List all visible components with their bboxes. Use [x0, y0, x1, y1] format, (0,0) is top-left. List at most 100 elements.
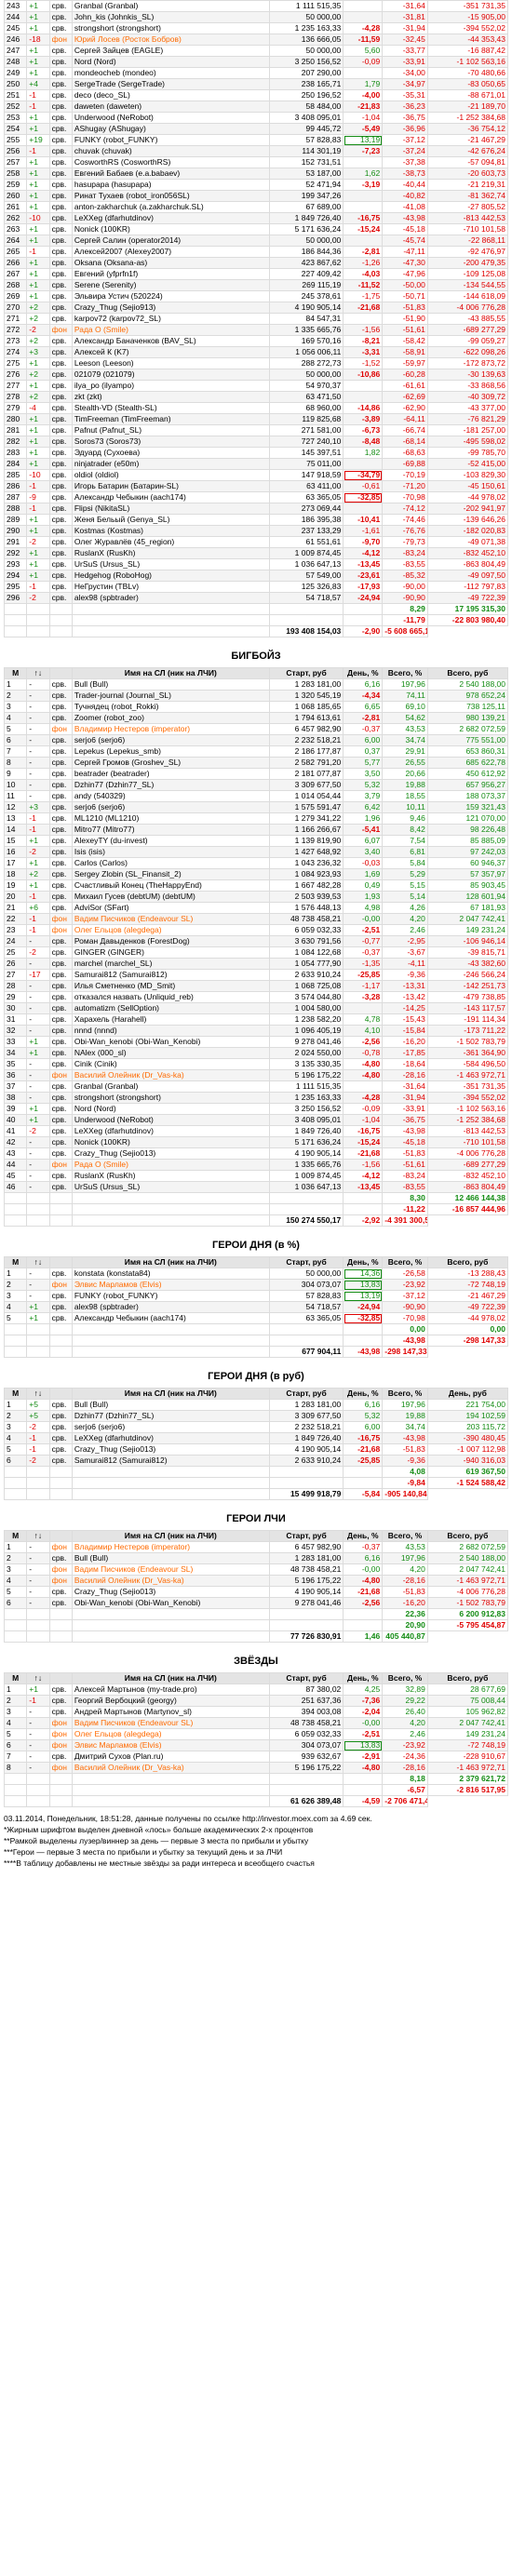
cell-name: FUNKY (robot_FUNKY) — [71, 134, 270, 146]
cell-total-rub: -4 006 776,28 — [426, 1147, 509, 1160]
cell-day-pct — [343, 0, 384, 12]
cell-marker: срв. — [48, 1399, 73, 1411]
totals-row: 61 626 389,48-4,59-2 706 471,45 — [3, 1795, 508, 1807]
table-row: 26- срв. marchel (marchel_SL) 1 054 777,90-… — [3, 958, 509, 970]
cell-total-pct: 197,96 — [382, 1399, 428, 1411]
cell-start: 1 794 613,61 — [268, 712, 344, 724]
cell-change: - — [26, 1268, 50, 1280]
cell-marker: срв. — [48, 380, 73, 392]
footer-notes: 03.11.2014, Понедельник, 18:51:28, данны… — [4, 1807, 508, 1874]
table-row: 9- срв. beatrader (beatrader) 2 181 077,87 3… — [3, 768, 509, 780]
cell-day-pct — [343, 201, 384, 213]
cell-rank: 1 — [3, 1268, 28, 1280]
cell-change: - — [26, 678, 50, 691]
totals-spacer — [48, 1630, 73, 1643]
cell-start: 1 139 819,90 — [268, 835, 344, 847]
column-header-start: Старт, руб — [268, 1672, 344, 1684]
cell-start: 186 844,36 — [268, 246, 344, 258]
cell-day-pct: -2,04 — [343, 1706, 384, 1718]
cell-name: Александр Чебыкин (aach174) — [71, 1312, 270, 1324]
cell-day-pct — [343, 235, 384, 247]
cell-total-pct: -17,85 — [382, 1047, 428, 1059]
cell-total-rub: -33 868,56 — [426, 380, 509, 392]
table-row: 8- фон Василий Олейник (Dr_Vas-ka) 5 196 17… — [3, 1762, 509, 1774]
cell-total-rub: -689 277,29 — [426, 324, 509, 336]
cell-change: +1 — [26, 56, 50, 68]
cell-total-pct: 5,29 — [382, 868, 428, 880]
totals-row: -6,57 -2 816 517,95 — [3, 1784, 509, 1796]
cell-start: 238 165,71 — [268, 78, 344, 90]
totals-value: -43,98 — [382, 1335, 428, 1347]
cell-start: 273 069,44 — [268, 503, 344, 515]
cell-marker: срв. — [48, 223, 73, 235]
column-header-name: Имя на СЛ (ник на ЛЧИ) — [71, 1256, 270, 1268]
cell-start: 288 272,73 — [268, 357, 344, 369]
cell-rank: 282 — [3, 436, 28, 448]
totals-row: 0,00 0,00 — [3, 1323, 509, 1335]
cell-name: Василий Олейник (Dr_Vas-ka) — [71, 1575, 270, 1587]
cell-name: Zoomer (robot_zoo) — [71, 712, 270, 724]
cell-total-rub: 159 321,43 — [426, 801, 509, 813]
cell-day-pct: -0,00 — [343, 1717, 384, 1729]
cell-name: NAlex (000_sl) — [71, 1047, 270, 1059]
cell-start: 245 378,61 — [268, 290, 344, 302]
cell-change: - — [26, 1147, 50, 1160]
cell-marker: срв. — [48, 1684, 73, 1696]
totals-spacer — [26, 1214, 50, 1227]
cell-day-pct: -1,56 — [343, 324, 384, 336]
table-row: 243 +1 срв. Granbal (Granbal) 1 111 515,35 -3… — [3, 0, 509, 12]
cell-name: Serene (Serenity) — [71, 279, 270, 291]
cell-total-rub: -1 102 563,16 — [426, 1103, 509, 1115]
cell-change: - — [26, 1092, 50, 1104]
cell-day-pct — [343, 11, 384, 23]
cell-total-rub: -863 804,49 — [426, 558, 509, 570]
totals-spacer — [48, 1192, 73, 1204]
cell-total-pct: -51,61 — [382, 324, 428, 336]
cell-marker: срв. — [48, 179, 73, 191]
cell-total-pct: -45,74 — [382, 235, 428, 247]
cell-name: nnnd (nnnd) — [71, 1025, 270, 1037]
cell-day-pct: 6,00 — [343, 1421, 384, 1433]
cell-marker: срв. — [48, 212, 73, 224]
totals-spacer — [3, 1214, 28, 1227]
cell-rank: 264 — [3, 235, 28, 247]
cell-rank: 6 — [3, 1455, 28, 1467]
totals-spacer — [48, 1488, 73, 1500]
cell-start: 5 196 175,22 — [268, 1575, 344, 1587]
cell-total-pct: -28,16 — [382, 1069, 428, 1081]
totals-row: 8,30 12 466 144,38 — [3, 1192, 509, 1204]
cell-start: 1 054 777,90 — [268, 958, 344, 970]
cell-total-pct: 19,88 — [382, 779, 428, 791]
page: 243 +1 срв. Granbal (Granbal) 1 111 515,35 -3… — [0, 0, 512, 1874]
cell-rank: 26 — [3, 958, 28, 970]
totals-spacer — [343, 1323, 384, 1335]
table-row: 284 +1 срв. ninjatrader (e50m) 75 011,00 -69,… — [3, 458, 509, 470]
column-header-marker — [48, 1388, 73, 1400]
cell-day-pct: -16,75 — [343, 1432, 384, 1444]
totals-spacer — [48, 1323, 73, 1335]
cell-start: 1 283 181,00 — [268, 1552, 344, 1564]
cell-start: 125 326,83 — [268, 581, 344, 593]
cell-total-pct: -41,08 — [382, 201, 428, 213]
cell-name: AlexeyTY (du-invest) — [71, 835, 270, 847]
cell-change: - — [26, 768, 50, 780]
totals-spacer — [268, 1477, 344, 1489]
totals-value: -2 706 471,45 — [382, 1795, 428, 1807]
cell-name: Михаил Гусев (debtUM) (debtUM) — [71, 891, 270, 903]
cell-total-pct: 29,22 — [382, 1695, 428, 1707]
cell-total-pct: -33,91 — [382, 1103, 428, 1115]
cell-marker: срв. — [48, 935, 73, 947]
cell-total-pct: -16,20 — [382, 1036, 428, 1048]
cell-total-pct: -66,74 — [382, 424, 428, 436]
column-header-total-rub: Всего, руб — [426, 1672, 509, 1684]
totals-value: -22 803 980,40 — [426, 614, 509, 626]
cell-marker: срв. — [48, 1290, 73, 1302]
cell-total-rub: 2 540 188,00 — [426, 1552, 509, 1564]
cell-total-pct: 43,53 — [382, 1541, 428, 1553]
cell-name: GINGER (GINGER) — [71, 946, 270, 959]
main-table-totals: 8,29 17 195 315,30 -11,79 -22 803 980,40 193… — [3, 603, 509, 637]
cell-change: +1 — [26, 547, 50, 559]
cell-marker: срв. — [48, 768, 73, 780]
cell-name: 021079 (021079) — [71, 369, 270, 381]
cell-start: 1 279 341,22 — [268, 812, 344, 825]
